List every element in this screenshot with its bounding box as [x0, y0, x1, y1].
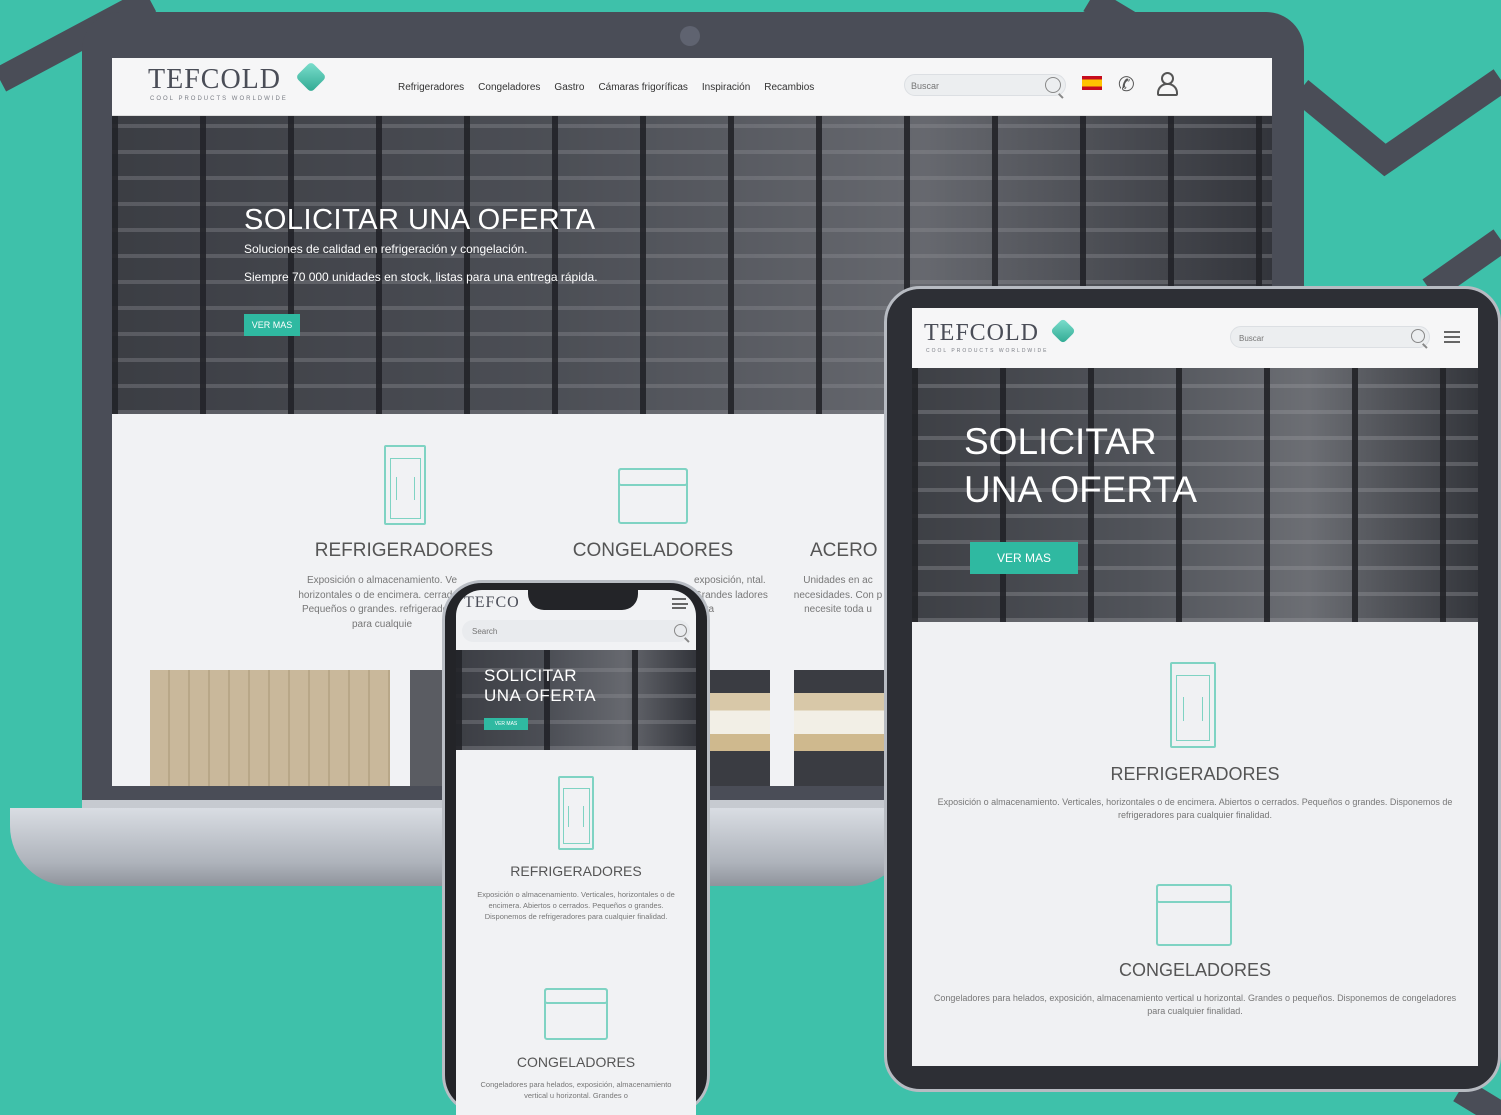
mobile-hero-title-line2: UNA OFERTA — [484, 686, 597, 705]
mobile-hero-title-line1: SOLICITAR — [484, 666, 577, 685]
tablet-category-desc-refrigeradores: Exposición o almacenamiento. Verticales,… — [937, 797, 1453, 821]
user-icon[interactable] — [1156, 72, 1178, 96]
mobile-search-box — [462, 620, 690, 642]
display-counter-photo[interactable] — [706, 670, 770, 786]
mobile-category-desc-refrigeradores: Exposición o almacenamiento. Verticales,… — [477, 890, 675, 921]
tablet-freezer-icon — [1156, 884, 1232, 946]
mobile-category-title-refrigeradores[interactable]: REFRIGERADORES — [476, 863, 676, 879]
desktop-header: TEFCOLD COOL PRODUCTS WORLDWIDE Refriger… — [112, 58, 1272, 116]
phone-screen: TEFCO SOLICITAR UNA OFERTA VER MAS REFRI… — [456, 590, 696, 1115]
tablet-category-title-refrigeradores[interactable]: REFRIGERADORES — [1095, 764, 1295, 785]
hero-subtitle: Soluciones de calidad en refrigeración y… — [244, 242, 528, 256]
tablet-brand-gem-icon — [1050, 318, 1076, 344]
brand-gem-icon — [295, 61, 327, 93]
menu-item-refrigeradores[interactable]: Refrigeradores — [398, 82, 464, 93]
mobile-search-input[interactable] — [472, 624, 642, 638]
tablet-hero-title-line2: UNA OFERTA — [964, 469, 1198, 510]
display-counter-photo-2[interactable] — [794, 670, 890, 786]
mobile-brand-logo[interactable]: TEFCO — [464, 594, 520, 612]
menu-item-recambios[interactable]: Recambios — [764, 82, 814, 93]
ver-mas-button[interactable]: VER MAS — [244, 314, 300, 336]
mobile-search-icon[interactable] — [674, 624, 687, 637]
brand-logo[interactable]: TEFCOLD — [148, 64, 281, 96]
laptop-camera — [680, 26, 700, 46]
tablet-brand-logo[interactable]: TEFCOLD — [924, 320, 1039, 347]
phone-icon[interactable]: ✆ — [1118, 72, 1135, 97]
mobile-category-desc-congeladores: Congeladores para helados, exposición, a… — [480, 1080, 672, 1100]
tablet-brand-tagline: COOL PRODUCTS WORLDWIDE — [926, 348, 1049, 354]
tablet-category-desc-congeladores: Congeladores para helados, exposición, a… — [933, 993, 1457, 1017]
hero-subtitle-stock: Siempre 70 000 unidades en stock, listas… — [244, 270, 598, 284]
mobile-refrigerator-icon — [558, 776, 594, 850]
spain-flag-icon[interactable] — [1082, 76, 1102, 90]
category-title-congeladores[interactable]: CONGELADORES — [553, 540, 753, 562]
brand-tagline: COOL PRODUCTS WORLDWIDE — [150, 96, 288, 102]
menu-item-gastro[interactable]: Gastro — [554, 82, 584, 93]
refrigerator-icon — [384, 445, 426, 525]
tablet-search-input[interactable] — [1239, 331, 1389, 345]
mobile-freezer-icon — [544, 988, 608, 1040]
tablet-hero-title: SOLICITAR UNA OFERTA — [964, 418, 1197, 514]
tablet-menu-icon[interactable] — [1444, 331, 1460, 343]
mobile-menu-icon[interactable] — [672, 598, 688, 609]
tablet-category-title-congeladores[interactable]: CONGELADORES — [1095, 960, 1295, 981]
desktop-search-box — [904, 74, 1066, 96]
mobile-category-title-congeladores[interactable]: CONGELADORES — [476, 1054, 676, 1070]
tablet-search-box — [1230, 326, 1430, 348]
warehouse-team-photo[interactable] — [150, 670, 390, 786]
desktop-search-input[interactable] — [911, 79, 1031, 93]
category-desc-acero: Unidades en ac necesidades. Con p necesi… — [793, 575, 883, 615]
search-icon[interactable] — [1045, 77, 1061, 93]
tablet-screen: TEFCOLD COOL PRODUCTS WORLDWIDE SOLICITA… — [912, 308, 1478, 1066]
desktop-main-menu: Refrigeradores Congeladores Gastro Cámar… — [398, 82, 814, 93]
menu-item-congeladores[interactable]: Congeladores — [478, 82, 540, 93]
category-title-refrigeradores[interactable]: REFRIGERADORES — [304, 540, 504, 562]
phone-notch — [528, 584, 638, 610]
tablet-header: TEFCOLD COOL PRODUCTS WORLDWIDE — [912, 308, 1478, 368]
category-title-acero[interactable]: ACERO I — [810, 540, 890, 562]
tablet-ver-mas-button[interactable]: VER MAS — [970, 542, 1078, 574]
menu-item-inspiracion[interactable]: Inspiración — [702, 82, 750, 93]
tablet-refrigerator-icon — [1170, 662, 1216, 748]
tablet-search-icon[interactable] — [1411, 329, 1425, 343]
mockup-stage: TEFCOLD COOL PRODUCTS WORLDWIDE Refriger… — [0, 0, 1501, 1115]
menu-item-camaras[interactable]: Cámaras frigoríficas — [598, 82, 687, 93]
mobile-hero-title: SOLICITAR UNA OFERTA — [484, 666, 596, 706]
mobile-ver-mas-button[interactable]: VER MAS — [484, 718, 528, 730]
hero-title: SOLICITAR UNA OFERTA — [244, 204, 596, 236]
freezer-icon — [618, 468, 688, 524]
tablet-hero-title-line1: SOLICITAR — [964, 421, 1157, 462]
